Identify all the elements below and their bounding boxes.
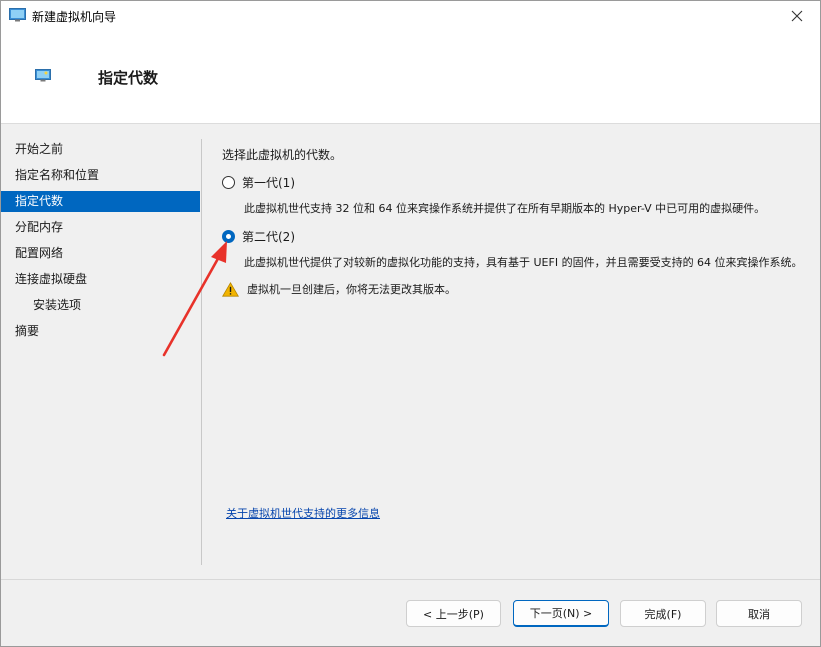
nav-item-summary[interactable]: 摘要 (1, 321, 200, 347)
back-button[interactable]: < 上一步(P) (406, 600, 501, 627)
warning-icon (222, 281, 239, 297)
generation-prompt: 选择此虚拟机的代数。 (222, 148, 343, 162)
radio-generation-2-label[interactable]: 第二代(2) (242, 228, 295, 245)
hyper-v-monitor-icon (35, 69, 51, 82)
page-title: 指定代数 (98, 69, 159, 87)
hyper-v-monitor-icon (9, 8, 26, 22)
new-vm-wizard-window: 新建虚拟机向导 指定代数 开始之前 指定名称和位置 指定代数 分配内存 配置网络… (0, 0, 821, 647)
next-button[interactable]: 下一页(N) > (513, 600, 609, 627)
nav-item-name-location[interactable]: 指定名称和位置 (1, 165, 200, 191)
more-info-link[interactable]: 关于虚拟机世代支持的更多信息 (226, 505, 380, 521)
radio-generation-1[interactable] (222, 176, 235, 189)
wizard-header: 指定代数 (1, 31, 820, 124)
nav-item-before-you-begin[interactable]: 开始之前 (1, 139, 200, 165)
nav-item-specify-generation[interactable]: 指定代数 (1, 191, 200, 212)
nav-item-connect-vhd[interactable]: 连接虚拟硬盘 (1, 269, 200, 295)
wizard-step-nav: 开始之前 指定名称和位置 指定代数 分配内存 配置网络 连接虚拟硬盘 安装选项 … (1, 139, 200, 347)
close-icon (791, 10, 803, 22)
close-button[interactable] (774, 1, 820, 31)
option-generation-2[interactable]: 第二代(2) (222, 228, 295, 245)
option-generation-1[interactable]: 第一代(1) (222, 174, 295, 191)
warning-text: 虚拟机一旦创建后，你将无法更改其版本。 (247, 283, 456, 296)
nav-item-assign-memory[interactable]: 分配内存 (1, 217, 200, 243)
cancel-button[interactable]: 取消 (716, 600, 802, 627)
generation-2-description: 此虚拟机世代提供了对较新的虚拟化功能的支持，具有基于 UEFI 的固件，并且需要… (244, 256, 803, 269)
finish-button[interactable]: 完成(F) (620, 600, 706, 627)
nav-divider (201, 139, 202, 565)
version-warning: 虚拟机一旦创建后，你将无法更改其版本。 (222, 281, 456, 297)
generation-1-description: 此虚拟机世代支持 32 位和 64 位来宾操作系统并提供了在所有早期版本的 Hy… (244, 202, 766, 215)
nav-item-install-options[interactable]: 安装选项 (1, 295, 200, 321)
footer-divider (1, 579, 820, 580)
nav-item-configure-network[interactable]: 配置网络 (1, 243, 200, 269)
radio-generation-2[interactable] (222, 230, 235, 243)
title-bar: 新建虚拟机向导 (1, 1, 820, 31)
radio-generation-1-label[interactable]: 第一代(1) (242, 174, 295, 191)
window-title: 新建虚拟机向导 (32, 10, 117, 24)
